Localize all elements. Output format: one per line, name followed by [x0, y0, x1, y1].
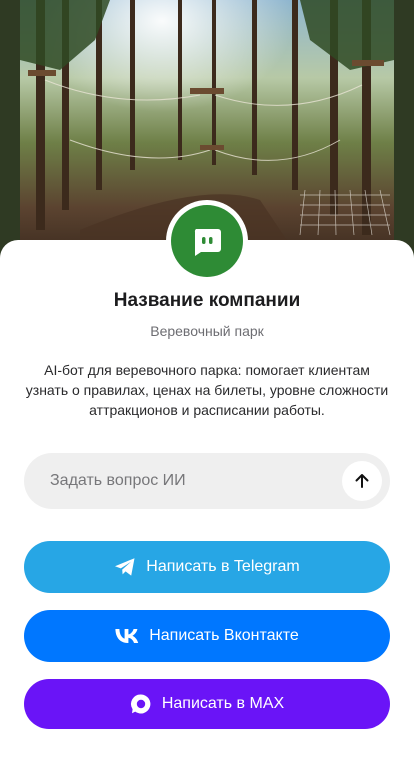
- ask-ai-input[interactable]: [48, 452, 342, 510]
- telegram-button[interactable]: Написать в Telegram: [24, 541, 390, 593]
- vk-button-label: Написать Вконтакте: [149, 627, 299, 644]
- ask-ai-field[interactable]: [24, 452, 390, 510]
- ask-send-button[interactable]: [342, 461, 382, 501]
- vk-icon: [115, 629, 139, 643]
- max-icon: [130, 693, 152, 715]
- company-name: Название компании: [113, 290, 301, 311]
- vk-button[interactable]: Написать Вконтакте: [24, 610, 390, 662]
- chat-bot-icon: [194, 229, 221, 256]
- bot-avatar: [171, 205, 243, 277]
- company-description: AI-бот для веревочного парка: помогает к…: [25, 362, 389, 418]
- company-category: Веревочный парк: [150, 323, 264, 339]
- arrow-up-icon: [355, 474, 369, 488]
- max-button-label: Написать в MAX: [161, 695, 285, 712]
- telegram-icon: [114, 557, 136, 577]
- max-button[interactable]: Написать в MAX: [24, 679, 390, 729]
- avatar: [166, 200, 248, 282]
- telegram-button-label: Написать в Telegram: [146, 558, 300, 575]
